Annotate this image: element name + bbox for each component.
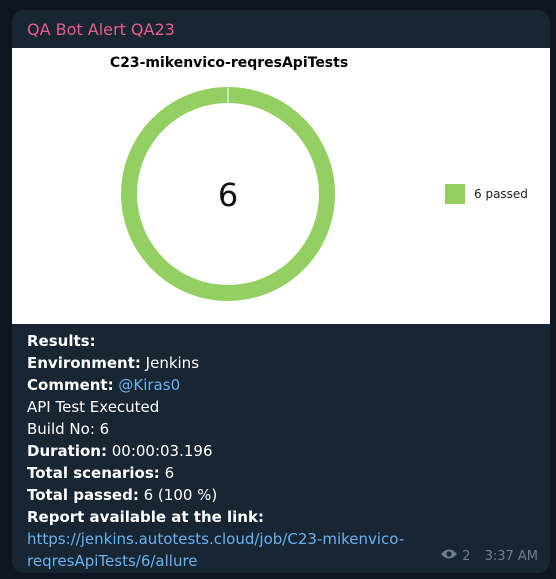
api-line: API Test Executed — [27, 398, 160, 416]
comment-mention-link[interactable]: @Kiras0 — [118, 376, 180, 394]
message-time: 3:37 AM — [484, 548, 538, 564]
duration-label: Duration: — [27, 442, 107, 460]
total-scenarios-line: Total scenarios: 6 — [27, 462, 537, 484]
comment-line: Comment: @Kiras0 — [27, 374, 537, 396]
report-label: Report available at the link: — [27, 508, 264, 526]
view-count: 2 — [462, 548, 471, 564]
duration-line: Duration: 00:00:03.196 — [27, 440, 537, 462]
chart-image[interactable]: C23-mikenvico-reqresApiTests 6 6 passed — [12, 48, 550, 324]
environment-line: Environment: Jenkins — [27, 352, 537, 374]
total-passed-line: Total passed: 6 (100 %) — [27, 484, 537, 506]
total-scenarios-label: Total scenarios: — [27, 464, 160, 482]
total-scenarios-value: 6 — [164, 464, 175, 482]
center-label: 6 — [218, 176, 238, 214]
message-meta: 2 3:37 AM — [440, 548, 538, 564]
message-text: Results: Environment: Jenkins Comment: @… — [27, 330, 537, 572]
environment-label: Environment: — [27, 354, 141, 372]
total-passed-label: Total passed: — [27, 486, 139, 504]
legend-label: 6 passed — [474, 187, 528, 201]
eye-icon — [440, 548, 458, 564]
message-bubble: QA Bot Alert QA23 C23-mikenvico-reqresAp… — [12, 10, 550, 573]
environment-value: Jenkins — [145, 354, 200, 372]
comment-label: Comment: — [27, 376, 114, 394]
donut-chart: 6 — [121, 85, 335, 301]
legend-swatch — [445, 184, 465, 204]
total-passed-value: 6 (100 %) — [143, 486, 218, 504]
build-line: Build No: 6 — [27, 420, 110, 438]
duration-value: 00:00:03.196 — [111, 442, 213, 460]
sender-name[interactable]: QA Bot Alert QA23 — [27, 19, 175, 41]
report-url-line1[interactable]: https://jenkins.autotests.cloud/job/C23-… — [27, 528, 537, 550]
results-label: Results: — [27, 332, 96, 350]
